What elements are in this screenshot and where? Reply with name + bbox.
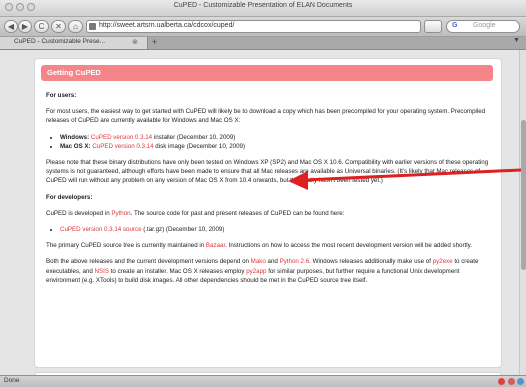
- tab-list-button[interactable]: ▼: [513, 37, 520, 44]
- for-users-heading: For users:: [46, 92, 77, 99]
- scrollbar-thumb[interactable]: [521, 120, 526, 270]
- text: . The source code for past and present r…: [130, 209, 345, 217]
- toolbar: ◀ ▶ C ✕ ⌂ http://sweet.artsrn.ualberta.c…: [0, 17, 526, 37]
- tab-cuped[interactable]: CuPED - Customizable Prese... ⊗: [0, 37, 148, 49]
- reload-button[interactable]: C: [34, 20, 49, 33]
- title-bar: CuPED - Customizable Presentation of ELA…: [0, 0, 526, 17]
- mac-download-link[interactable]: CuPED version 0.3.14: [92, 143, 153, 150]
- users-intro: For most users, the easiest way to get s…: [46, 108, 486, 125]
- mako-link[interactable]: Mako: [251, 258, 266, 265]
- forward-button[interactable]: ▶: [18, 20, 32, 33]
- site-favicon-icon: [89, 23, 96, 30]
- google-icon: G: [452, 22, 458, 29]
- download-detail: (.tar.gz) (December 10, 2009): [141, 226, 225, 234]
- download-list: Windows: CuPED version 0.3.14 installer …: [46, 133, 492, 151]
- page-viewport: Getting CuPED For users: For most users,…: [0, 50, 526, 375]
- os-label: Windows:: [60, 133, 90, 141]
- close-tab-icon[interactable]: ⊗: [132, 38, 138, 46]
- compatibility-note: Please note that these binary distributi…: [46, 159, 489, 185]
- vertical-scrollbar[interactable]: [519, 50, 526, 375]
- py2app-link[interactable]: py2app: [246, 268, 266, 275]
- section-content: For users: For most users, the easiest w…: [46, 91, 492, 292]
- window-title: CuPED - Customizable Presentation of ELA…: [173, 2, 353, 9]
- getting-cuped-panel: Getting CuPED For users: For most users,…: [34, 58, 502, 368]
- status-icon: [498, 378, 505, 385]
- list-item: Windows: CuPED version 0.3.14 installer …: [60, 133, 492, 142]
- text: . Instructions on how to access the most…: [225, 242, 472, 250]
- back-button[interactable]: ◀: [4, 20, 18, 33]
- dependencies-note: Both the above releases and the current …: [46, 257, 492, 285]
- for-developers-heading: For developers:: [46, 193, 93, 201]
- text: and: [265, 258, 280, 266]
- download-detail: disk image (December 10, 2009): [153, 142, 246, 150]
- source-download-link[interactable]: CuPED version 0.3.14 source: [60, 226, 142, 233]
- text: . Windows releases additionally make use…: [309, 258, 433, 266]
- py2exe-link[interactable]: py2exe: [433, 258, 453, 265]
- text: CuPED is developed in: [46, 209, 112, 217]
- status-icon: [517, 378, 524, 385]
- nsis-link[interactable]: NSIS: [95, 268, 109, 275]
- bazaar-link[interactable]: Bazaar: [206, 242, 225, 249]
- text: Both the above releases and the current …: [46, 258, 251, 266]
- browser-window: CuPED - Customizable Presentation of ELA…: [0, 0, 526, 387]
- stop-button[interactable]: ✕: [51, 20, 66, 33]
- status-icon: [508, 378, 515, 385]
- source-tree-note: The primary CuPED source tree is current…: [46, 241, 492, 250]
- list-item: Mac OS X: CuPED version 0.3.14 disk imag…: [60, 142, 492, 151]
- tab-bar: CuPED - Customizable Prese... ⊗ + ▼: [0, 37, 526, 50]
- section-title: Getting CuPED: [47, 68, 101, 77]
- download-detail: installer (December 10, 2009): [152, 133, 236, 141]
- section-header: Getting CuPED: [41, 65, 493, 81]
- bookmark-dropdown-button[interactable]: [424, 20, 442, 33]
- devs-intro: CuPED is developed in Python. The source…: [46, 209, 492, 218]
- address-bar[interactable]: http://sweet.artsrn.ualberta.ca/cdcox/cu…: [86, 20, 421, 33]
- home-button[interactable]: ⌂: [68, 20, 83, 33]
- status-bar: Done: [0, 375, 526, 387]
- new-tab-button[interactable]: +: [152, 37, 157, 47]
- url-text: http://sweet.artsrn.ualberta.ca/cdcox/cu…: [99, 22, 235, 29]
- list-item: CuPED version 0.3.14 source (.tar.gz) (D…: [60, 225, 492, 234]
- status-text: Done: [4, 377, 20, 384]
- python26-link[interactable]: Python 2.6: [280, 258, 310, 265]
- os-label: Mac OS X:: [60, 142, 91, 150]
- python-link[interactable]: Python: [111, 210, 130, 217]
- tab-label: CuPED - Customizable Prese...: [14, 38, 106, 45]
- text: to create an installer. Mac OS X release…: [108, 267, 247, 275]
- text: The primary CuPED source tree is current…: [46, 242, 206, 250]
- source-list: CuPED version 0.3.14 source (.tar.gz) (D…: [46, 225, 492, 234]
- search-placeholder: Google: [473, 22, 496, 29]
- search-input[interactable]: G Google: [446, 20, 520, 33]
- windows-download-link[interactable]: CuPED version 0.3.14: [91, 134, 152, 141]
